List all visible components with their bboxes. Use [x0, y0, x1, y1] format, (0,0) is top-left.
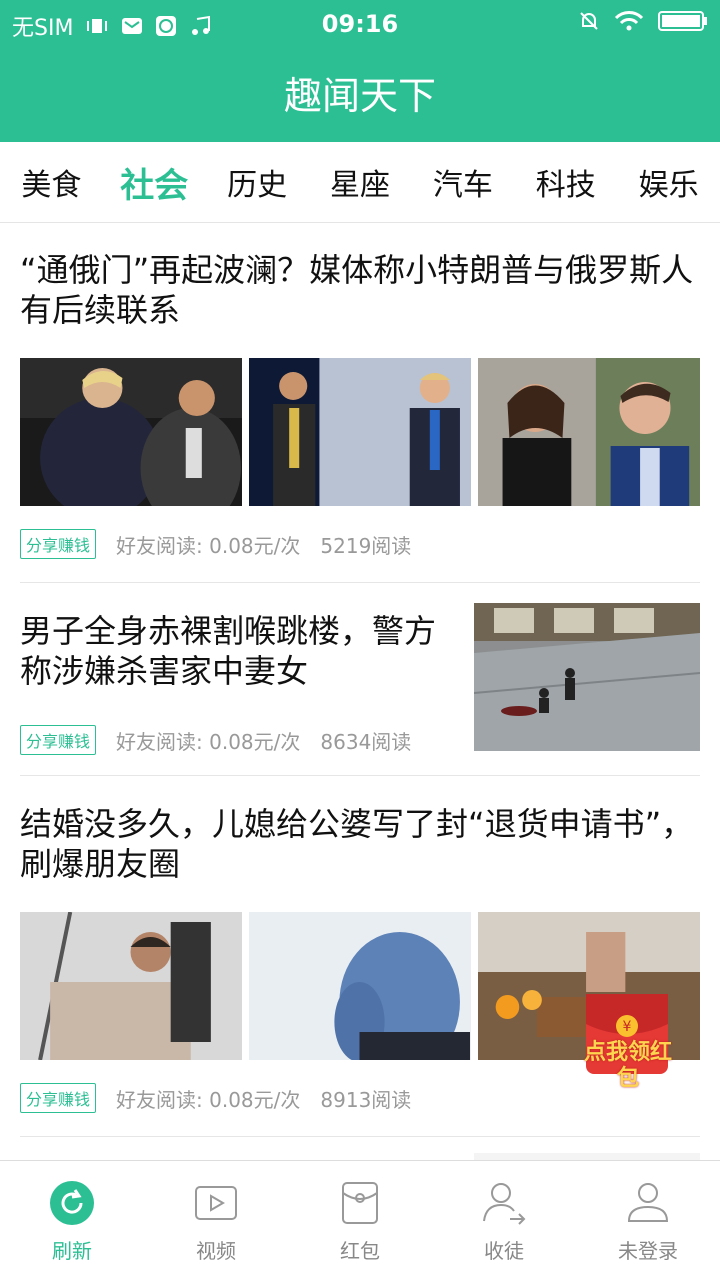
refresh-icon: [50, 1180, 94, 1225]
nav-label: 刷新: [52, 1238, 92, 1263]
app-title: 趣闻天下: [283, 74, 436, 118]
article-image[interactable]: [20, 912, 242, 1060]
article-title[interactable]: 男子全身赤裸割喉跳楼，警方称涉嫌杀害家中妻女: [20, 611, 454, 691]
nav-label: 红包: [340, 1238, 380, 1263]
red-packet-promo[interactable]: ¥ 点我领红包: [576, 994, 680, 1100]
share-earn-badge[interactable]: 分享赚钱: [20, 1083, 97, 1113]
share-earn-badge[interactable]: 分享赚钱: [20, 725, 97, 755]
article-item[interactable]: “通俄门”再起波澜？媒体称小特朗普与俄罗斯人有后续联系 分享赚钱 好友阅读: 0…: [20, 250, 700, 583]
article-images: [20, 358, 700, 506]
tab-astrology[interactable]: 星座: [309, 160, 412, 204]
article-image[interactable]: [478, 358, 700, 506]
profile-icon: [627, 1182, 669, 1222]
article-image[interactable]: [20, 358, 242, 506]
nav-profile[interactable]: 未登录: [576, 1161, 720, 1281]
read-count: 8913阅读: [320, 1087, 412, 1112]
article-item[interactable]: 男子全身赤裸割喉跳楼，警方称涉嫌杀害家中妻女 分享赚钱 好友阅读: 0.08元/…: [20, 583, 700, 776]
reward-text: 好友阅读: 0.08元/次: [116, 1087, 301, 1112]
status-bar: 无SIM 09:16: [0, 0, 720, 50]
tab-auto[interactable]: 汽车: [411, 160, 514, 204]
tab-society[interactable]: 社会: [103, 158, 206, 207]
article-image[interactable]: [249, 358, 471, 506]
add-disciple-icon: [483, 1182, 526, 1225]
tab-history[interactable]: 历史: [206, 160, 309, 204]
article-image[interactable]: [249, 912, 471, 1060]
share-earn-badge[interactable]: 分享赚钱: [20, 529, 97, 559]
battery-icon: [658, 11, 707, 31]
article-image[interactable]: [474, 603, 700, 751]
app-header: 趣闻天下: [0, 50, 720, 142]
video-icon: [195, 1185, 237, 1220]
article-title[interactable]: 结婚没多久，儿媳给公婆写了封“退货申请书”，刷爆朋友圈: [20, 804, 700, 884]
article-title[interactable]: “通俄门”再起波澜？媒体称小特朗普与俄罗斯人有后续联系: [20, 250, 700, 330]
reward-text: 好友阅读: 0.08元/次: [116, 729, 301, 754]
tab-food[interactable]: 美食: [0, 160, 103, 204]
status-right: [578, 10, 708, 32]
promo-label: 点我领红包: [583, 1040, 672, 1091]
article-text-column: 男子全身赤裸割喉跳楼，警方称涉嫌杀害家中妻女 分享赚钱 好友阅读: 0.08元/…: [20, 583, 474, 775]
article-meta: 分享赚钱 好友阅读: 0.08元/次 8634阅读: [20, 705, 474, 775]
category-tabs: 美食 社会 历史 星座 汽车 科技 娱乐: [0, 142, 720, 223]
red-packet-icon: [342, 1181, 378, 1224]
nav-refresh[interactable]: 刷新: [0, 1161, 144, 1281]
wifi-icon: [614, 11, 644, 31]
nav-label: 未登录: [618, 1238, 678, 1263]
nav-label: 收徒: [484, 1238, 524, 1263]
mute-bell-icon: [580, 12, 598, 30]
svg-text:¥: ¥: [623, 1019, 632, 1035]
tab-entertainment[interactable]: 娱乐: [617, 160, 720, 204]
read-count: 8634阅读: [320, 729, 412, 754]
article-meta: 分享赚钱 好友阅读: 0.08元/次 5219阅读: [20, 506, 700, 582]
nav-disciple[interactable]: 收徒: [432, 1161, 576, 1281]
read-count: 5219阅读: [320, 533, 412, 558]
article-single: 男子全身赤裸割喉跳楼，警方称涉嫌杀害家中妻女 分享赚钱 好友阅读: 0.08元/…: [20, 583, 700, 775]
nav-red-packet[interactable]: 红包: [288, 1161, 432, 1281]
reward-text: 好友阅读: 0.08元/次: [116, 533, 301, 558]
bottom-nav: 刷新 视频 红包 收徒 未登录: [0, 1160, 720, 1281]
tab-tech[interactable]: 科技: [514, 160, 617, 204]
nav-label: 视频: [196, 1238, 236, 1263]
nav-video[interactable]: 视频: [144, 1161, 288, 1281]
